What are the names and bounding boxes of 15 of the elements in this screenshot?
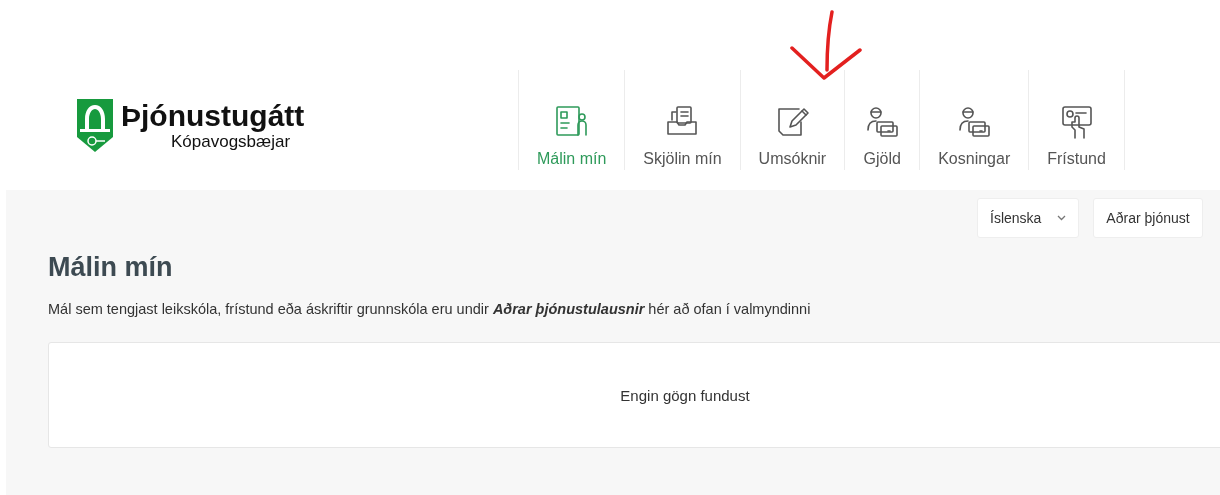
nav-tab[interactable]: Gjöld — [844, 70, 920, 170]
empty-message: Engin gögn fundust — [620, 386, 750, 404]
chevron-down-icon — [1057, 215, 1067, 221]
nav-tab[interactable]: Skjölin mín — [624, 70, 740, 170]
shield-logo-icon — [77, 99, 113, 152]
page-description: Mál sem tengjast leikskóla, frístund eða áskriftir grunnskóla eru undir Aðrar þjónustulausnir hér að ofan í valmyndinni — [48, 301, 812, 317]
nav-tab[interactable]: Umsóknir — [739, 70, 845, 170]
logo-title: Þjónustugátt — [121, 99, 305, 133]
language-select[interactable]: Íslenska — [977, 198, 1080, 238]
other-services-select[interactable]: Aðrar þjónust — [1093, 198, 1203, 238]
nav-tab[interactable]: Málin mín — [518, 70, 625, 170]
nav-tab[interactable]: Frístund — [1028, 70, 1125, 170]
page-title: Málin mín — [48, 252, 174, 283]
nav-tab[interactable]: Kosningar — [919, 70, 1029, 170]
logo-subtitle: Kópavogsbæjar — [171, 133, 292, 151]
